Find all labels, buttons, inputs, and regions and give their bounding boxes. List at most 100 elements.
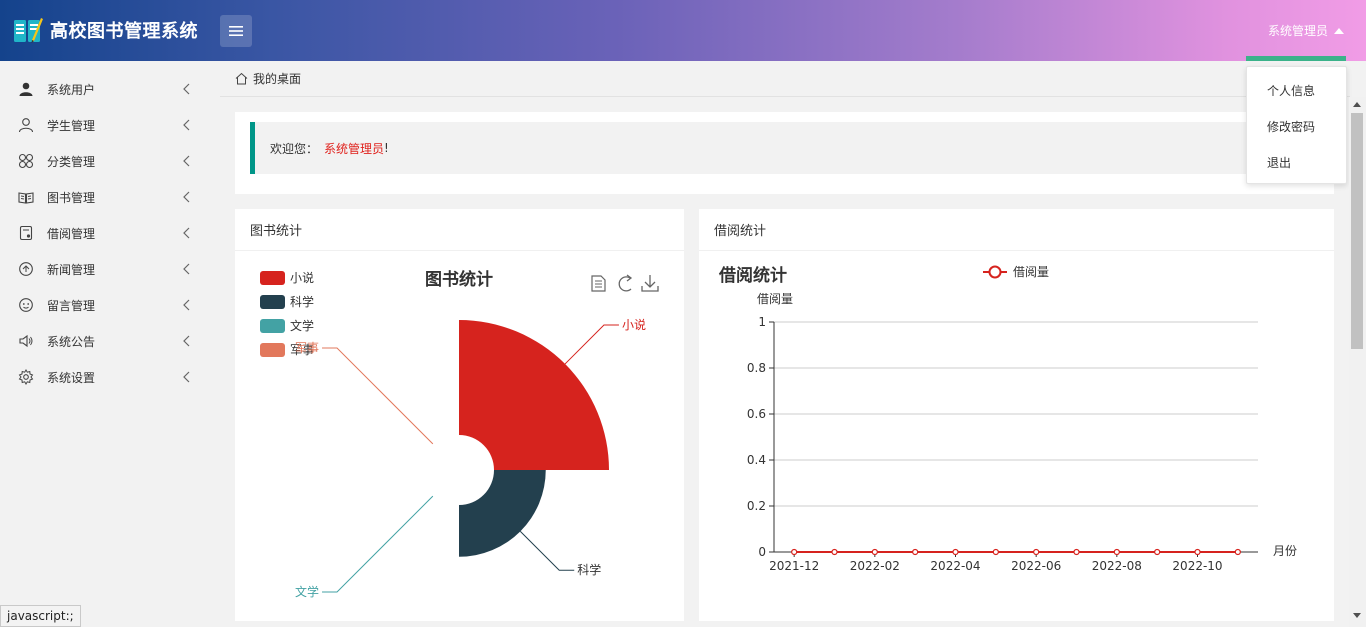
sidebar-item-students[interactable]: 学生管理 <box>0 107 220 143</box>
chevron-left-icon <box>183 335 190 347</box>
data-point[interactable] <box>1073 548 1080 556</box>
x-tick-label: 2022-08 <box>1092 559 1142 573</box>
sidebar-item-borrow[interactable]: 借阅管理 <box>0 215 220 251</box>
home-icon <box>235 72 248 85</box>
chevron-left-icon <box>183 263 190 275</box>
legend-swatch[interactable] <box>260 295 285 309</box>
panel-header: 借阅统计 <box>699 209 1334 251</box>
pie-slice-label: 科学 <box>577 562 601 577</box>
refresh-icon[interactable] <box>618 274 633 292</box>
data-point[interactable] <box>1234 548 1241 556</box>
book-stats-panel: 图书统计 图书统计 小说 科学 文学 军事 小说 科学 文学 军事 <box>235 209 684 621</box>
user-menu[interactable]: 系统管理员 <box>1268 22 1344 39</box>
speaker-icon <box>19 334 33 348</box>
scroll-thumb[interactable] <box>1351 113 1363 349</box>
chart-title: 借阅统计 <box>718 265 787 286</box>
legend-marker[interactable] <box>988 265 1002 279</box>
sidebar-item-system-users[interactable]: 系统用户 <box>0 71 220 107</box>
caret-up-icon <box>1334 27 1344 34</box>
legend-label[interactable]: 小说 <box>290 270 314 285</box>
x-tick-label: 2022-02 <box>850 559 900 573</box>
pie-label-line <box>564 324 619 365</box>
y-tick-label: 0.4 <box>747 453 766 467</box>
sidebar-item-label: 系统用户 <box>47 82 96 97</box>
scroll-down-arrow-icon[interactable] <box>1353 613 1361 618</box>
welcome-card: 欢迎您： 系统管理员 ! <box>235 112 1334 194</box>
pie-slice-label: 文学 <box>295 584 319 599</box>
sidebar-item-books[interactable]: 图书管理 <box>0 179 220 215</box>
x-tick-label: 2022-04 <box>930 559 980 573</box>
sidebar-item-categories[interactable]: 分类管理 <box>0 143 220 179</box>
chevron-left-icon <box>183 299 190 311</box>
hamburger-icon <box>229 26 243 36</box>
legend-swatch[interactable] <box>260 343 285 357</box>
sidebar-item-settings[interactable]: 系统设置 <box>0 359 220 395</box>
chart-toolbox <box>591 274 659 292</box>
legend-label[interactable]: 借阅量 <box>1013 265 1049 279</box>
data-point[interactable] <box>831 548 838 556</box>
vertical-scrollbar[interactable] <box>1349 97 1366 627</box>
panel-header: 图书统计 <box>235 209 684 251</box>
user-name: 系统管理员 <box>1267 24 1328 38</box>
chevron-left-icon <box>183 227 190 239</box>
user-icon <box>19 82 33 96</box>
sidebar-item-news[interactable]: 新闻管理 <box>0 251 220 287</box>
legend-label[interactable]: 科学 <box>290 294 314 309</box>
chevron-left-icon <box>183 155 190 167</box>
menu-toggle-button[interactable] <box>220 15 252 47</box>
x-tick-label: 2022-10 <box>1172 559 1222 573</box>
legend-swatch[interactable] <box>260 319 285 333</box>
data-point[interactable] <box>791 548 798 556</box>
sidebar-item-messages[interactable]: 留言管理 <box>0 287 220 323</box>
sidebar-item-label: 系统设置 <box>47 370 96 385</box>
person-outline-icon <box>18 118 34 133</box>
welcome-banner: 欢迎您： 系统管理员 ! <box>250 122 1330 174</box>
x-tick-label: 2022-06 <box>1011 559 1061 573</box>
data-point[interactable] <box>912 548 919 556</box>
x-tick-label: 2021-12 <box>769 559 819 573</box>
user-dropdown-menu: 个人信息 修改密码 退出 <box>1246 66 1347 184</box>
breadcrumb-home[interactable]: 我的桌面 <box>253 70 301 87</box>
pie-slice-label: 军事 <box>295 341 319 355</box>
data-point[interactable] <box>1154 548 1161 556</box>
welcome-suffix: ! <box>384 141 389 155</box>
sidebar-item-label: 借阅管理 <box>47 226 96 241</box>
sidebar-item-label: 新闻管理 <box>47 262 96 277</box>
y-axis-label: 借阅量 <box>757 292 793 306</box>
y-tick-label: 0 <box>758 545 766 559</box>
legend-swatch[interactable] <box>260 271 285 285</box>
borrow-stats-panel: 借阅统计 借阅统计 借阅量 借阅量 月份 0 0.2 0.4 0.6 0.8 1 2021… <box>699 209 1334 621</box>
data-point[interactable] <box>1033 548 1040 556</box>
sidebar-item-label: 留言管理 <box>47 298 96 313</box>
x-axis-label: 月份 <box>1273 544 1297 558</box>
y-tick-label: 1 <box>758 315 766 329</box>
sidebar-item-label: 分类管理 <box>47 154 96 169</box>
chevron-left-icon <box>183 371 190 383</box>
welcome-user-name: 系统管理员 <box>324 141 385 156</box>
data-point[interactable] <box>1194 548 1201 556</box>
status-bar: javascript:; <box>0 605 81 627</box>
data-point[interactable] <box>871 548 878 556</box>
chevron-left-icon <box>183 119 190 131</box>
sidebar-item-label: 图书管理 <box>47 190 96 205</box>
gear-icon <box>18 369 34 385</box>
data-point[interactable] <box>992 548 999 556</box>
data-point[interactable] <box>952 548 959 556</box>
pie-label-line <box>322 347 434 445</box>
pie-label-line <box>322 495 434 593</box>
dropdown-item-change-password[interactable]: 修改密码 <box>1247 108 1346 144</box>
data-view-icon[interactable] <box>591 275 606 292</box>
category-icon <box>18 153 34 169</box>
top-header: 高校图书管理系统 系统管理员 <box>0 0 1366 61</box>
sidebar-item-announcements[interactable]: 系统公告 <box>0 323 220 359</box>
dropdown-item-profile[interactable]: 个人信息 <box>1247 72 1346 108</box>
data-point[interactable] <box>1113 548 1120 556</box>
scroll-up-arrow-icon[interactable] <box>1353 102 1361 107</box>
legend-label[interactable]: 文学 <box>290 318 314 333</box>
y-tick-label: 0.8 <box>747 361 766 375</box>
welcome-prefix: 欢迎您： <box>270 141 319 156</box>
chart-title: 图书统计 <box>425 269 493 290</box>
dropdown-item-logout[interactable]: 退出 <box>1247 144 1346 180</box>
download-icon[interactable] <box>641 275 659 292</box>
message-icon <box>19 298 33 312</box>
